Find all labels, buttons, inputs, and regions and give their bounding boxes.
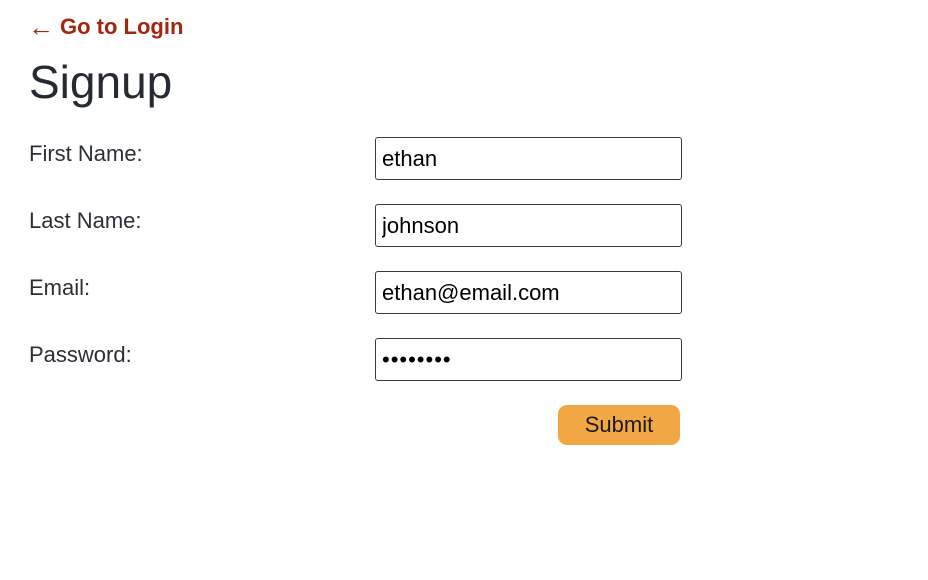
go-to-login-label: Go to Login [60, 14, 184, 39]
page-title: Signup [29, 56, 173, 108]
last-name-row: Last Name: [29, 204, 689, 248]
email-row: Email: [29, 271, 689, 315]
first-name-label: First Name: [29, 141, 143, 166]
email-input[interactable] [375, 271, 682, 314]
password-label: Password: [29, 342, 132, 367]
back-arrow-icon: ← [28, 12, 54, 42]
email-label: Email: [29, 275, 91, 300]
go-to-login-link[interactable]: ← Go to Login [28, 12, 183, 42]
last-name-input[interactable] [375, 204, 682, 247]
password-row: Password: [29, 338, 689, 382]
submit-button[interactable]: Submit [558, 405, 680, 445]
last-name-label: Last Name: [29, 208, 142, 233]
password-input[interactable] [375, 338, 682, 381]
first-name-input[interactable] [375, 137, 682, 180]
first-name-row: First Name: [29, 137, 689, 181]
